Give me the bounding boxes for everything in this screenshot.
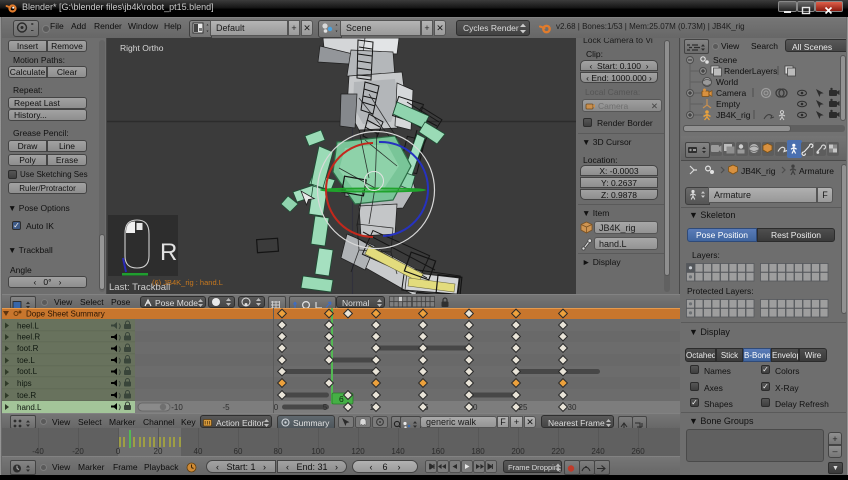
svg-text:140: 140 xyxy=(391,447,405,456)
svg-text:80: 80 xyxy=(274,447,283,456)
svg-text:-40: -40 xyxy=(32,447,44,456)
svg-text:foot.R: foot.R xyxy=(17,344,39,353)
svg-text:Empty: Empty xyxy=(716,99,741,109)
svg-text:0: 0 xyxy=(116,447,121,456)
svg-text:Camera: Camera xyxy=(716,88,747,98)
svg-text:-20: -20 xyxy=(72,447,84,456)
svg-text:20: 20 xyxy=(154,447,163,456)
svg-text:-5: -5 xyxy=(222,403,230,412)
svg-text:World: World xyxy=(716,77,738,87)
svg-text:200: 200 xyxy=(511,447,525,456)
svg-text:Last: Trackball: Last: Trackball xyxy=(109,282,170,293)
svg-text:heel.R: heel.R xyxy=(17,333,40,342)
svg-text:0: 0 xyxy=(274,403,279,412)
svg-text:5: 5 xyxy=(323,403,328,412)
svg-text:Dope Sheet Summary: Dope Sheet Summary xyxy=(26,310,105,319)
svg-text:JB4K_rig: JB4K_rig xyxy=(716,110,751,120)
svg-text:180: 180 xyxy=(471,447,485,456)
svg-text:30: 30 xyxy=(568,403,577,412)
svg-text:foot.L: foot.L xyxy=(17,367,38,376)
svg-text:160: 160 xyxy=(431,447,445,456)
svg-text:240: 240 xyxy=(591,447,605,456)
svg-text:toe.L: toe.L xyxy=(17,356,35,365)
svg-text:6: 6 xyxy=(339,394,344,404)
svg-text:-10: -10 xyxy=(171,403,183,412)
svg-text:heel.L: heel.L xyxy=(17,322,39,331)
svg-text:Armature: Armature xyxy=(799,166,834,176)
svg-text:120: 120 xyxy=(351,447,365,456)
svg-text:220: 220 xyxy=(551,447,565,456)
svg-text:Right Ortho: Right Ortho xyxy=(120,43,164,53)
svg-text:toe.R: toe.R xyxy=(17,391,36,400)
svg-text:Scene: Scene xyxy=(713,55,737,65)
svg-text:R: R xyxy=(160,239,177,266)
svg-text:100: 100 xyxy=(311,447,325,456)
svg-text:hips: hips xyxy=(17,379,32,388)
svg-text:hand.L: hand.L xyxy=(17,403,42,412)
svg-text:60: 60 xyxy=(234,447,243,456)
svg-text:RenderLayers: RenderLayers xyxy=(724,66,777,76)
svg-text:260: 260 xyxy=(631,447,645,456)
svg-text:JB4K_rig: JB4K_rig xyxy=(741,166,776,176)
svg-text:40: 40 xyxy=(194,447,203,456)
